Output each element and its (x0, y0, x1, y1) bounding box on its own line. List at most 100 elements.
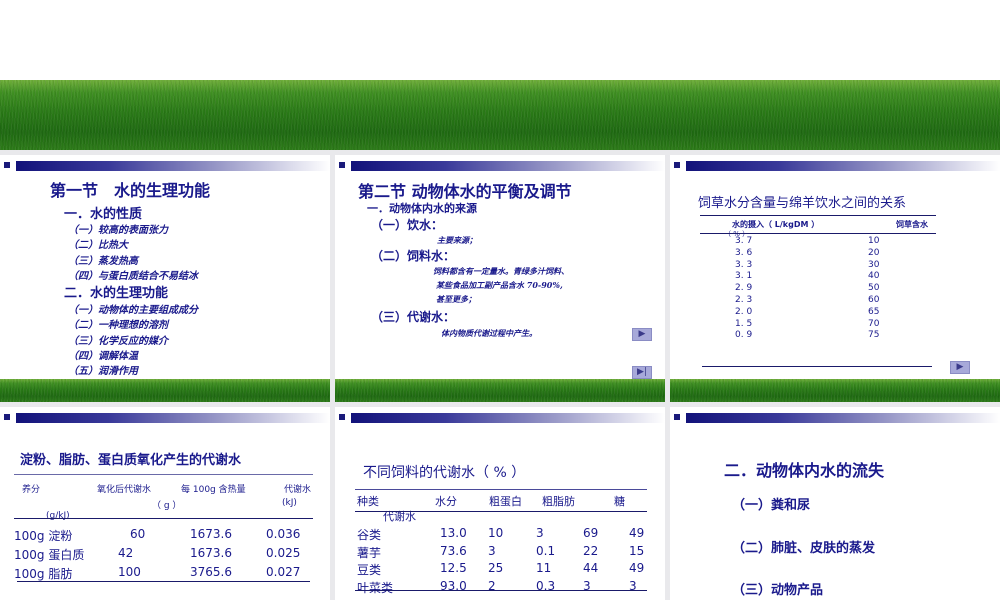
table-rule (355, 511, 647, 512)
table-cell: 10 (488, 526, 504, 540)
slide-thumbnail-6[interactable]: 二．动物体内水的流失 （一）粪和尿 （二）肺脏、皮肤的蒸发 （三）动物产品 (670, 407, 1000, 600)
table-cell: 10 (868, 236, 880, 246)
table-cell: 100g 蛋白质 (14, 548, 85, 562)
table-cell: 44 (583, 561, 599, 575)
table-cell: 0.1 (536, 543, 556, 558)
table-cell: 69 (583, 526, 599, 540)
slide-thumbnail-5[interactable]: 不同饲料的代谢水（ % ） 种类 水分 粗蛋白 粗脂肪糖 代谢水 谷类 13.0 10 3 6… (335, 407, 665, 600)
table-cell: 3765.6 (190, 565, 232, 579)
table-rule (355, 590, 647, 591)
table-cell: 70 (868, 318, 880, 329)
list-item: （四）与蛋白质结合不易结冰 (68, 271, 198, 282)
table-cell: 49 (629, 526, 645, 540)
table-cell: 3. 6 (735, 247, 753, 258)
column-header: 粗脂肪 (542, 495, 575, 508)
slide-header-bar (0, 158, 330, 174)
body-text: 饲料都含有一定量水。青绿多汁饲料、 (433, 266, 569, 276)
section-heading: 二．水的生理功能 (64, 286, 169, 301)
table-rule (14, 474, 313, 475)
slide-header-bar (335, 158, 665, 174)
table-cell: 0.027 (266, 565, 301, 579)
table-cell: 2. 3 (735, 295, 753, 305)
slide-thumbnail-4[interactable]: 淀粉、脂肪、蛋白质氧化产生的代谢水 养分 氧化后代谢水 每 100g 含热量 代… (0, 407, 330, 600)
list-item: （四）调解体温 (68, 351, 138, 362)
table-cell: 谷类 (357, 528, 382, 542)
column-header: 氧化后代谢水 (97, 485, 152, 495)
table-cell: 22 (583, 543, 599, 558)
table-rule (14, 518, 313, 519)
column-unit: (g/kJ) (46, 511, 70, 521)
table-cell: 42 (118, 546, 134, 560)
slide-thumbnail-1[interactable]: 第一节 水的生理功能 一．水的性质 （一）较高的表面张力 （二）比热大 （三）蒸… (0, 155, 330, 402)
table-rule (17, 581, 310, 582)
slide-title: 二．动物体内水的流失 (724, 461, 885, 480)
table-cell: 11 (536, 561, 552, 575)
slide-thumbnail-3[interactable]: 饲草水分含量与绵羊饮水之间的关系 水的摄入（ L/kgDM ） （ % ） 饲草… (670, 155, 1000, 402)
table-rule (700, 233, 936, 234)
column-header: 代谢水 (284, 485, 312, 495)
table-cell: 30 (868, 259, 880, 270)
table-cell: 3 (488, 543, 496, 558)
column-header: 种类 (357, 495, 379, 508)
next-slide-button[interactable]: ▶ (632, 328, 652, 341)
slide-title: 不同饲料的代谢水（ % ） (363, 465, 526, 481)
list-item: （三）动物产品 (732, 583, 824, 598)
table-cell: 73.6 (440, 543, 467, 558)
column-header: 粗蛋白 (489, 495, 522, 508)
slide-header-bar (670, 158, 1000, 174)
slide-title: 第二节 动物体水的平衡及调节 (358, 182, 572, 201)
table-cell: 40 (868, 271, 880, 282)
subheading: （一）饮水： (371, 218, 444, 232)
slide-thumbnail-2[interactable]: 第二节 动物体水的平衡及调节 一．动物体内水的来源 （一）饮水： 主要来源； （… (335, 155, 665, 402)
section-heading: 一．动物体内水的来源 (367, 202, 477, 215)
table-cell: 1673.6 (190, 546, 232, 560)
subheading: （三）代谢水： (371, 310, 456, 324)
table-cell: 3 (536, 526, 544, 540)
grass-strip (335, 379, 665, 402)
list-item: （五）润滑作用 (68, 366, 138, 377)
grass-strip (0, 379, 330, 402)
table-cell: 0.025 (266, 546, 301, 560)
table-cell: 豆类 (357, 563, 382, 577)
table-cell: 13.0 (440, 526, 467, 540)
table-cell: 65 (868, 306, 880, 317)
list-item: （三）化学反应的媒介 (68, 336, 168, 347)
table-cell: 3. 3 (735, 259, 753, 270)
next-slide-button[interactable]: ▶ (950, 361, 970, 374)
column-header: 水分 (435, 495, 457, 508)
table-rule (700, 215, 936, 216)
section-heading: 一．水的性质 (64, 207, 143, 222)
body-text: 甚至更多； (436, 294, 476, 304)
list-item: （二）一种理想的溶剂 (68, 320, 168, 331)
body-text: 体内物质代谢过程中产生。 (441, 328, 537, 338)
table-rule (355, 489, 647, 490)
list-item: （一）动物体的主要组成成分 (68, 305, 198, 316)
table-cell: 2. 0 (735, 306, 753, 317)
column-header: 糖 (614, 495, 625, 508)
table-cell: 100g 淀粉 (14, 529, 73, 543)
column-unit: （ g ） (152, 501, 182, 511)
list-item: （一）粪和尿 (732, 498, 811, 513)
table-cell: 60 (868, 295, 880, 305)
grass-banner (0, 80, 1000, 150)
list-item: （一）较高的表面张力 (68, 225, 168, 236)
play-icon: ▶ (956, 362, 964, 372)
table-cell: 100 (118, 565, 141, 579)
table-cell: 12.5 (440, 561, 467, 575)
body-text: 某些食品加工副产品含水 70-90%, (436, 280, 563, 290)
slide-header-bar (0, 410, 330, 426)
column-header: 饲草含水 (896, 220, 928, 229)
subheading: （二）饲料水： (371, 249, 456, 263)
last-slide-button[interactable]: ▶| (632, 366, 652, 379)
table-cell: 60 (130, 527, 146, 541)
skip-end-icon: ▶| (637, 367, 647, 377)
table-cell: 薯芋 (357, 545, 382, 560)
slide-title: 淀粉、脂肪、蛋白质氧化产生的代谢水 (20, 453, 242, 468)
table-cell: 叶菜类 (357, 580, 394, 595)
slide-title: 第一节 水的生理功能 (50, 181, 211, 200)
column-header: 每 100g 含热量 (181, 485, 246, 495)
list-item: （三）蒸发热高 (68, 256, 138, 267)
slide-title: 饲草水分含量与绵羊饮水之间的关系 (698, 196, 907, 211)
table-cell: 49 (629, 561, 645, 575)
body-text: 主要来源； (437, 235, 477, 245)
